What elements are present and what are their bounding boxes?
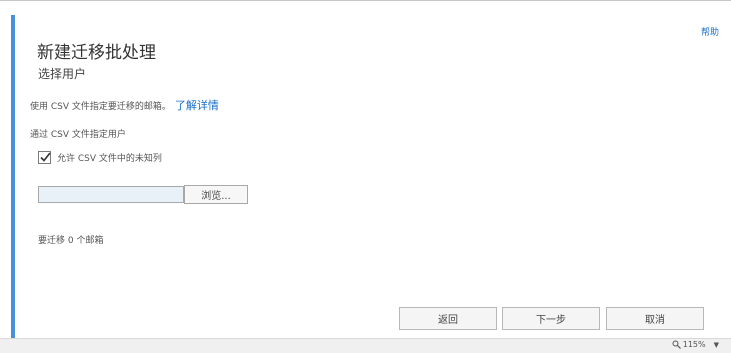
cancel-button[interactable]: 取消 <box>606 307 704 330</box>
description-text: 使用 CSV 文件指定要迁移的邮箱。 <box>30 102 171 112</box>
status-bar: 115% ▼ <box>0 338 731 353</box>
accent-bar <box>11 15 15 341</box>
help-link[interactable]: 帮助 <box>701 25 719 38</box>
page-subtitle: 选择用户 <box>38 67 87 81</box>
zoom-control[interactable]: 115% ▼ <box>672 340 719 349</box>
zoom-level: 115% <box>682 340 706 349</box>
next-button[interactable]: 下一步 <box>502 307 600 330</box>
learn-more-link[interactable]: 了解详情 <box>175 99 219 112</box>
zoom-icon <box>672 340 681 349</box>
allow-unknown-columns-option[interactable]: 允许 CSV 文件中的未知列 <box>38 151 162 164</box>
section-label: 通过 CSV 文件指定用户 <box>30 130 126 140</box>
back-button[interactable]: 返回 <box>399 307 497 330</box>
chevron-down-icon: ▼ <box>713 340 719 349</box>
checkbox-label: 允许 CSV 文件中的未知列 <box>57 154 162 164</box>
mailbox-count-status: 要迁移 0 个邮箱 <box>38 236 104 246</box>
description-line: 使用 CSV 文件指定要迁移的邮箱。 了解详情 <box>30 97 219 113</box>
page-title: 新建迁移批处理 <box>37 43 156 63</box>
allow-unknown-columns-checkbox[interactable] <box>38 151 51 164</box>
checkmark-icon <box>40 152 51 162</box>
dialog-window: 帮助 新建迁移批处理 选择用户 使用 CSV 文件指定要迁移的邮箱。 了解详情 通… <box>0 0 731 353</box>
browse-button[interactable]: 浏览... <box>184 185 248 204</box>
csv-file-path-input[interactable] <box>38 186 184 203</box>
